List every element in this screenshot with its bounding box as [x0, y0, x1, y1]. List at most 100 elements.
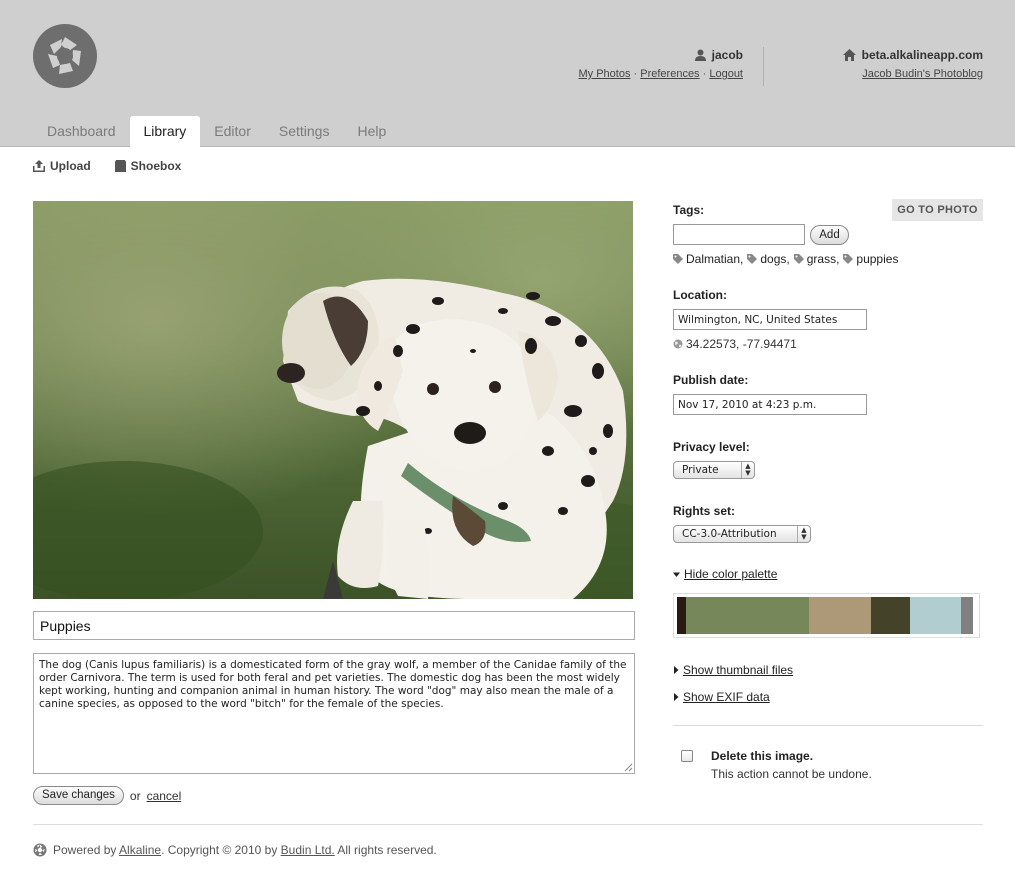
header: jacob My Photos · Preferences · Logout b… [0, 0, 1015, 148]
photo-description-textarea[interactable]: The dog (Canis lupus familiaris) is a do… [33, 653, 635, 774]
palette-swatch [808, 597, 872, 634]
library-subnav: Upload Shoebox [33, 159, 181, 173]
palette-swatch [910, 597, 962, 634]
palette-swatch [961, 597, 973, 634]
my-photos-link[interactable]: My Photos [579, 68, 631, 80]
tag-label: Dalmatian, [686, 252, 744, 266]
photoblog-link[interactable]: Jacob Budin's Photoblog [862, 68, 983, 80]
location-input[interactable] [673, 309, 867, 330]
tag-item[interactable]: dogs, [747, 252, 790, 266]
tag-icon [843, 254, 854, 264]
user-block: jacob My Photos · Preferences · Logout [579, 48, 744, 80]
show-exif-data-toggle[interactable]: Show EXIF data [673, 690, 770, 704]
coordinates-text: 34.22573, -77.94471 [686, 337, 797, 351]
home-icon [842, 49, 856, 61]
footer: Powered by Alkaline. Copyright © 2010 by… [33, 843, 437, 857]
cancel-link[interactable]: cancel [147, 789, 182, 803]
save-changes-button[interactable]: Save changes [33, 786, 124, 805]
palette-swatch [871, 597, 911, 634]
footer-divider [33, 824, 983, 825]
privacy-level-label: Privacy level: [673, 440, 750, 454]
go-to-photo-button[interactable]: GO TO PHOTO [892, 199, 983, 221]
upload-icon [33, 160, 45, 172]
main-tabs: Dashboard Library Editor Settings Help [33, 116, 400, 148]
rights-text: All rights reserved. [337, 843, 437, 857]
sidebar-divider [673, 725, 983, 726]
publish-date-label: Publish date: [673, 373, 749, 387]
tag-label: puppies [856, 252, 899, 266]
photo-preview [33, 201, 633, 599]
palette-swatch [685, 597, 809, 634]
tag-label: grass, [806, 252, 840, 266]
location-label: Location: [673, 288, 727, 302]
alkaline-link[interactable]: Alkaline [119, 843, 161, 857]
hide-color-palette-toggle[interactable]: Hide color palette [673, 567, 777, 581]
dalmatian-puppies-photo [33, 201, 633, 599]
tag-item[interactable]: grass, [793, 252, 840, 266]
header-divider [763, 47, 764, 86]
show-thumbnail-files-label: Show thumbnail files [683, 663, 794, 677]
alkaline-logo[interactable] [32, 23, 98, 89]
color-palette [673, 593, 980, 638]
user-name-row: jacob [579, 48, 743, 62]
delete-image-checkbox[interactable] [681, 750, 693, 762]
or-text: or [129, 788, 141, 803]
alkaline-small-logo-icon [33, 843, 47, 857]
rights-set-label: Rights set: [673, 504, 736, 518]
add-tag-button[interactable]: Add [810, 225, 849, 245]
site-name-row: beta.alkalineapp.com [842, 48, 983, 62]
rights-set-select[interactable]: CC-3.0-Attribution ▲ ▼ [673, 525, 811, 543]
upload-button[interactable]: Upload [33, 159, 91, 173]
privacy-level-select[interactable]: Private ▲ ▼ [673, 461, 755, 479]
delete-image-note: This action cannot be undone. [711, 767, 872, 781]
site-name: beta.alkalineapp.com [861, 48, 983, 62]
tab-editor[interactable]: Editor [200, 116, 265, 147]
shoebox-label: Shoebox [130, 159, 182, 173]
link-separator: · [630, 68, 641, 80]
tag-label: dogs, [760, 252, 790, 266]
upload-label: Upload [50, 159, 91, 173]
delete-image-title: Delete this image. [711, 749, 814, 763]
tag-icon [793, 254, 804, 264]
tab-library[interactable]: Library [129, 116, 201, 148]
user-name: jacob [711, 48, 743, 62]
tag-list: Dalmatian, dogs, grass, puppies [673, 252, 898, 266]
powered-by-text: Powered by [53, 843, 117, 857]
triangle-down-icon [673, 572, 680, 577]
coordinates: 34.22573, -77.94471 [673, 337, 797, 351]
preferences-link[interactable]: Preferences [640, 68, 699, 80]
tag-icon [673, 254, 683, 264]
shoebox-icon [114, 160, 126, 172]
select-arrows-icon: ▲ ▼ [741, 462, 754, 478]
tag-item[interactable]: Dalmatian, [673, 252, 743, 266]
publish-date-input[interactable] [673, 394, 867, 415]
palette-swatch [677, 597, 686, 634]
logout-link[interactable]: Logout [709, 68, 743, 80]
user-links: My Photos · Preferences · Logout [579, 68, 744, 80]
privacy-level-value: Private [682, 464, 719, 476]
save-row: Save changes or cancel [33, 786, 181, 805]
rights-set-value: CC-3.0-Attribution [682, 528, 777, 540]
select-arrows-icon: ▲ ▼ [797, 526, 810, 542]
tab-help[interactable]: Help [343, 116, 400, 147]
tab-dashboard[interactable]: Dashboard [33, 116, 130, 147]
triangle-right-icon [674, 666, 679, 674]
resize-grip-icon[interactable] [624, 763, 633, 772]
hide-color-palette-label: Hide color palette [684, 567, 778, 581]
budin-ltd-link[interactable]: Budin Ltd. [281, 843, 335, 857]
globe-icon [673, 339, 683, 349]
tab-settings[interactable]: Settings [265, 116, 344, 147]
tag-item[interactable]: puppies [843, 252, 898, 266]
copyright-text: . Copyright © 2010 by [161, 843, 278, 857]
shoebox-button[interactable]: Shoebox [114, 159, 182, 173]
tags-label: Tags: [673, 203, 705, 217]
user-icon [694, 49, 706, 61]
show-exif-data-label: Show EXIF data [683, 690, 770, 704]
link-separator: · [699, 68, 710, 80]
photo-title-input[interactable] [33, 611, 635, 640]
site-block: beta.alkalineapp.com Jacob Budin's Photo… [842, 48, 983, 80]
triangle-right-icon [674, 693, 679, 701]
tag-icon [747, 254, 758, 264]
tag-input[interactable] [673, 224, 805, 245]
show-thumbnail-files-toggle[interactable]: Show thumbnail files [673, 663, 793, 677]
